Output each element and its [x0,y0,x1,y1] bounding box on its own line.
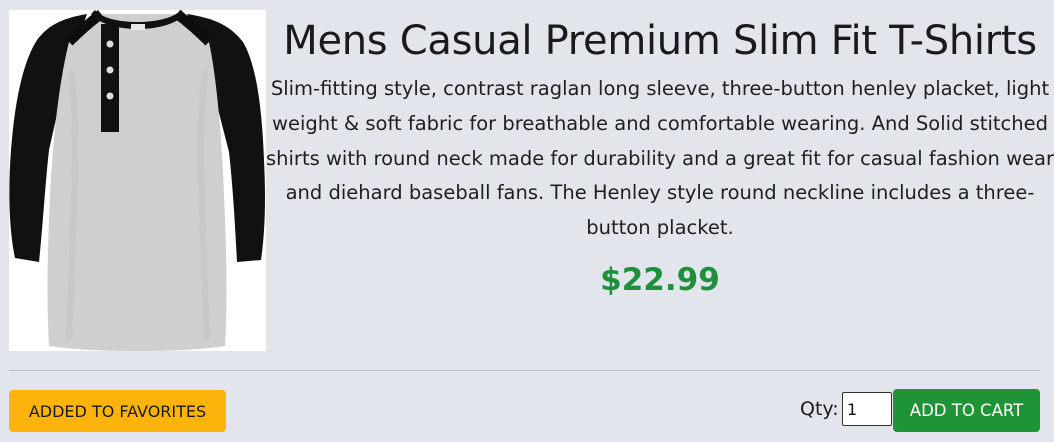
add-to-cart-button[interactable]: ADD TO CART [893,389,1040,432]
product-image [9,10,266,351]
henley-shirt-image [9,10,265,351]
added-to-favorites-button[interactable]: ADDED TO FAVORITES [9,390,226,432]
product-price: $22.99 [600,262,720,298]
quantity-input[interactable] [842,392,892,426]
product-card: Mens Casual Premium Slim Fit T-Shirts Sl… [0,0,1054,442]
qty-label: Qty: [800,398,839,420]
product-description: Slim-fitting style, contrast raglan long… [266,77,1054,240]
divider [9,370,1040,371]
product-title: Mens Casual Premium Slim Fit T-Shirts [283,18,1037,64]
